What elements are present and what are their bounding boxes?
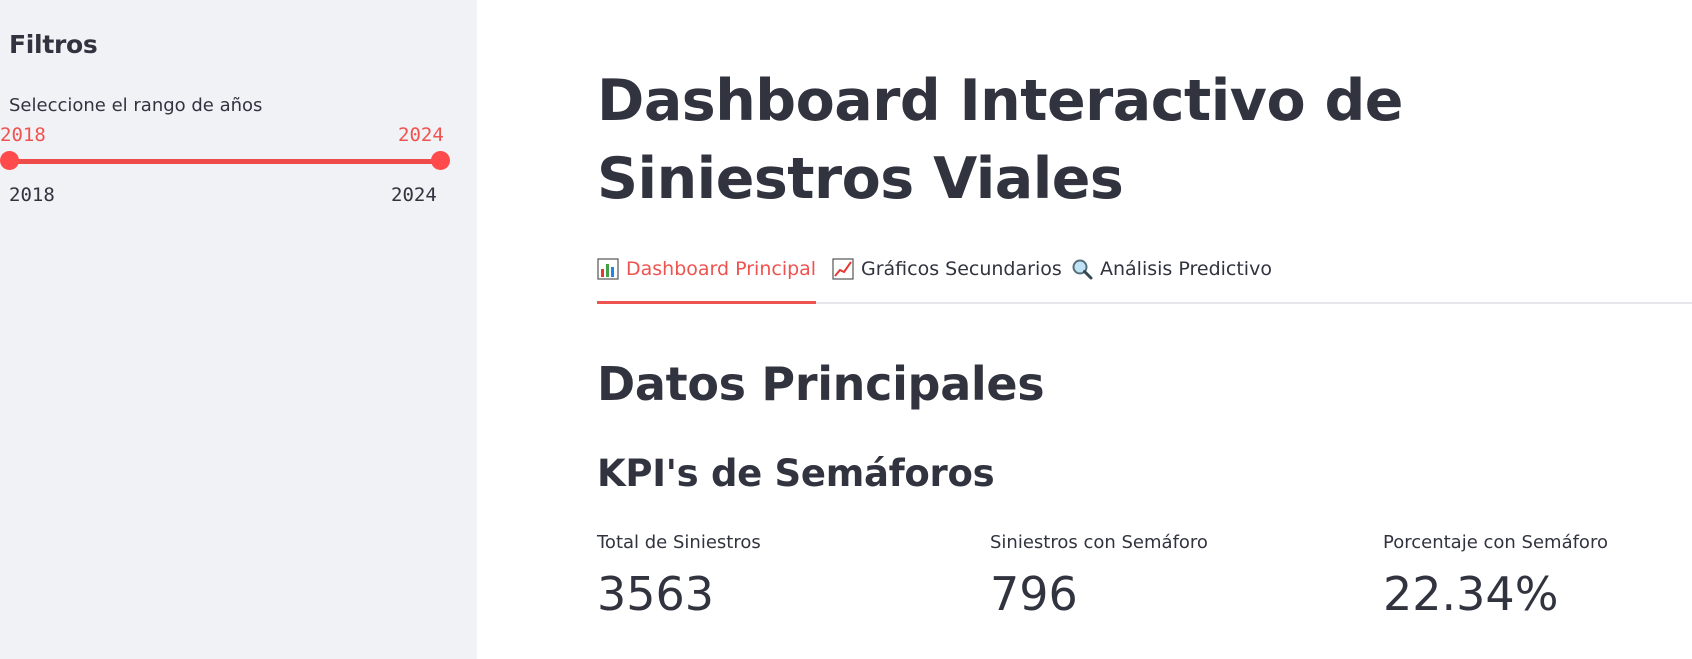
tab-label: Análisis Predictivo bbox=[1100, 258, 1272, 280]
tab-bar: Dashboard Principal Gráficos Secundarios bbox=[597, 254, 1692, 304]
metric-label: Total de Siniestros bbox=[597, 532, 761, 553]
tab-label: Gráficos Secundarios bbox=[861, 258, 1062, 280]
app-root: Filtros Seleccione el rango de años 2018… bbox=[0, 0, 1692, 659]
metric-value: 796 bbox=[990, 567, 1078, 621]
slider-thumb-max[interactable] bbox=[431, 151, 450, 170]
sidebar-title: Filtros bbox=[9, 30, 98, 59]
sidebar: Filtros Seleccione el rango de años 2018… bbox=[0, 0, 477, 659]
page-title: Dashboard Interactivo de Siniestros Vial… bbox=[597, 68, 1403, 212]
subsection-title: KPI's de Semáforos bbox=[597, 452, 995, 495]
line-chart-icon bbox=[832, 258, 854, 280]
section-title: Datos Principales bbox=[597, 357, 1045, 411]
slider-range-min: 2018 bbox=[9, 184, 55, 206]
slider-selected-max: 2024 bbox=[398, 124, 444, 146]
slider-range-max: 2024 bbox=[391, 184, 437, 206]
slider-thumb-min[interactable] bbox=[0, 151, 19, 170]
tab-dashboard-principal[interactable]: Dashboard Principal bbox=[597, 258, 817, 304]
magnifier-icon bbox=[1071, 258, 1093, 280]
metric-value: 22.34% bbox=[1383, 567, 1559, 621]
metric-siniestros-semaforo: Siniestros con Semáforo 796 bbox=[990, 532, 1208, 621]
slider-label: Seleccione el rango de años bbox=[9, 95, 263, 116]
bar-chart-icon bbox=[597, 258, 619, 280]
metric-value: 3563 bbox=[597, 567, 715, 621]
metric-label: Siniestros con Semáforo bbox=[990, 532, 1208, 553]
metric-total-siniestros: Total de Siniestros 3563 bbox=[597, 532, 761, 621]
slider-track[interactable] bbox=[9, 159, 441, 164]
tab-label: Dashboard Principal bbox=[626, 258, 817, 280]
tab-analisis-predictivo[interactable]: Análisis Predictivo bbox=[1071, 258, 1272, 300]
metric-label: Porcentaje con Semáforo bbox=[1383, 532, 1608, 553]
slider-selected-min: 2018 bbox=[0, 124, 46, 146]
metric-porcentaje-semaforo: Porcentaje con Semáforo 22.34% bbox=[1383, 532, 1608, 621]
tab-graficos-secundarios[interactable]: Gráficos Secundarios bbox=[832, 258, 1062, 300]
